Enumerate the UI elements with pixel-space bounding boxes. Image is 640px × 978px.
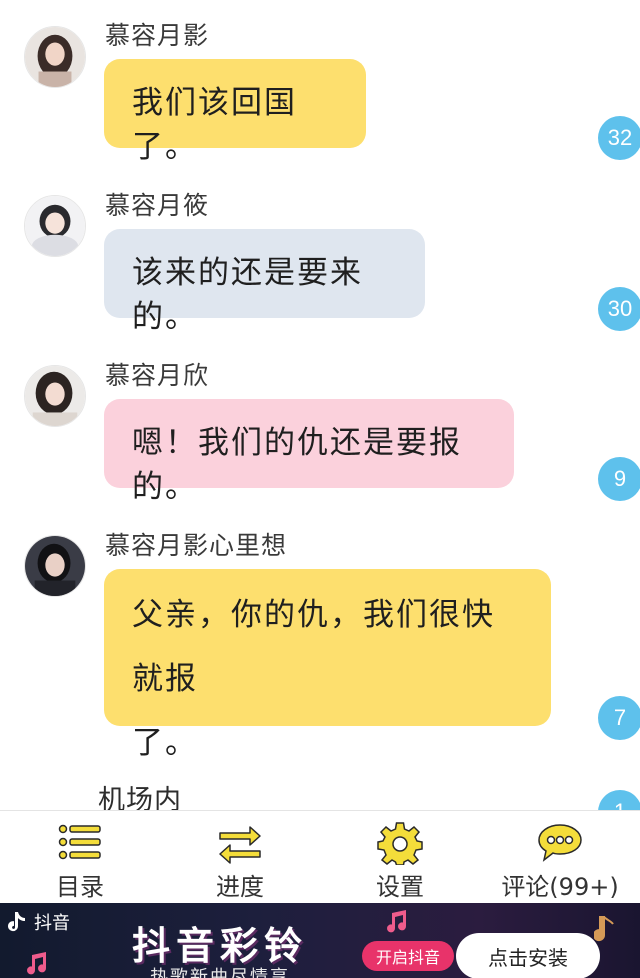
ad-logo: 抖音 [4,909,70,935]
toolbar-label: 设置 [376,873,424,901]
gear-icon [377,822,423,865]
comment-bubble-icon [538,824,582,862]
message-bubble: 该来的还是要来的。 [104,229,425,335]
ad-open-button[interactable]: 开启抖音 [362,941,455,971]
avatar[interactable] [24,365,86,427]
message-text-line: 了。 [132,725,198,761]
ad-logo-text: 抖音 [34,913,70,934]
comment-count-badge[interactable]: 7 [598,696,640,740]
message-bubble: 嗯！我们的仇还是要报的。 [104,399,514,505]
toolbar-settings-button[interactable]: 设置 [320,811,480,903]
toolbar-label: 目录 [56,873,104,901]
music-note-icon [8,912,25,932]
speaker-name: 慕容月筱 [105,191,210,220]
chat-message: 慕容月影 我们该回国了。 32 [0,0,640,170]
swap-arrows-icon [219,826,261,864]
music-note-icon [387,910,407,933]
bottom-toolbar: 目录 进度 设置 评论(99+) [0,810,640,903]
toolbar-label: 评论(99+) [501,873,619,901]
message-bubble: 我们该回国了。 [104,59,366,165]
reader-screen: 慕容月影 我们该回国了。 32 慕容月筱 该来的还是要来的。 30 慕容月欣 嗯… [0,0,640,978]
toolbar-progress-button[interactable]: 进度 [160,811,320,903]
chat-message: 慕容月筱 该来的还是要来的。 30 [0,170,640,340]
toolbar-catalog-button[interactable]: 目录 [0,811,160,903]
ad-subtitle: 热歌新曲尽情享 [150,967,290,978]
avatar[interactable] [24,195,86,257]
avatar[interactable] [24,26,86,88]
chat-message: 慕容月影心里想 父亲，你的仇，我们很快就报 了。 7 [0,510,640,761]
speaker-name: 慕容月欣 [105,361,210,390]
ad-install-button[interactable]: 点击安装 [456,933,600,978]
ad-banner[interactable]: 抖音 抖音彩铃 热歌新曲尽情享 开启抖音 点击安装 [0,903,640,978]
speaker-name: 慕容月影心里想 [105,531,288,560]
comment-count-badge[interactable]: 9 [598,457,640,501]
list-icon [58,824,101,860]
comment-count-badge[interactable]: 30 [598,287,640,331]
toolbar-comments-button[interactable]: 评论(99+) [480,811,640,903]
ad-title: 抖音彩铃 [132,924,309,968]
message-bubble: 父亲，你的仇，我们很快就报 了。 [104,569,551,761]
avatar[interactable] [24,535,86,597]
music-note-icon [27,952,47,975]
message-text-line: 父亲，你的仇，我们很快就报 [132,597,495,697]
toolbar-label: 进度 [216,873,264,901]
speaker-name: 慕容月影 [105,21,210,50]
chat-message: 慕容月欣 嗯！我们的仇还是要报的。 9 [0,340,640,510]
music-note-icon [594,916,614,942]
comment-count-badge[interactable]: 32 [598,116,640,160]
